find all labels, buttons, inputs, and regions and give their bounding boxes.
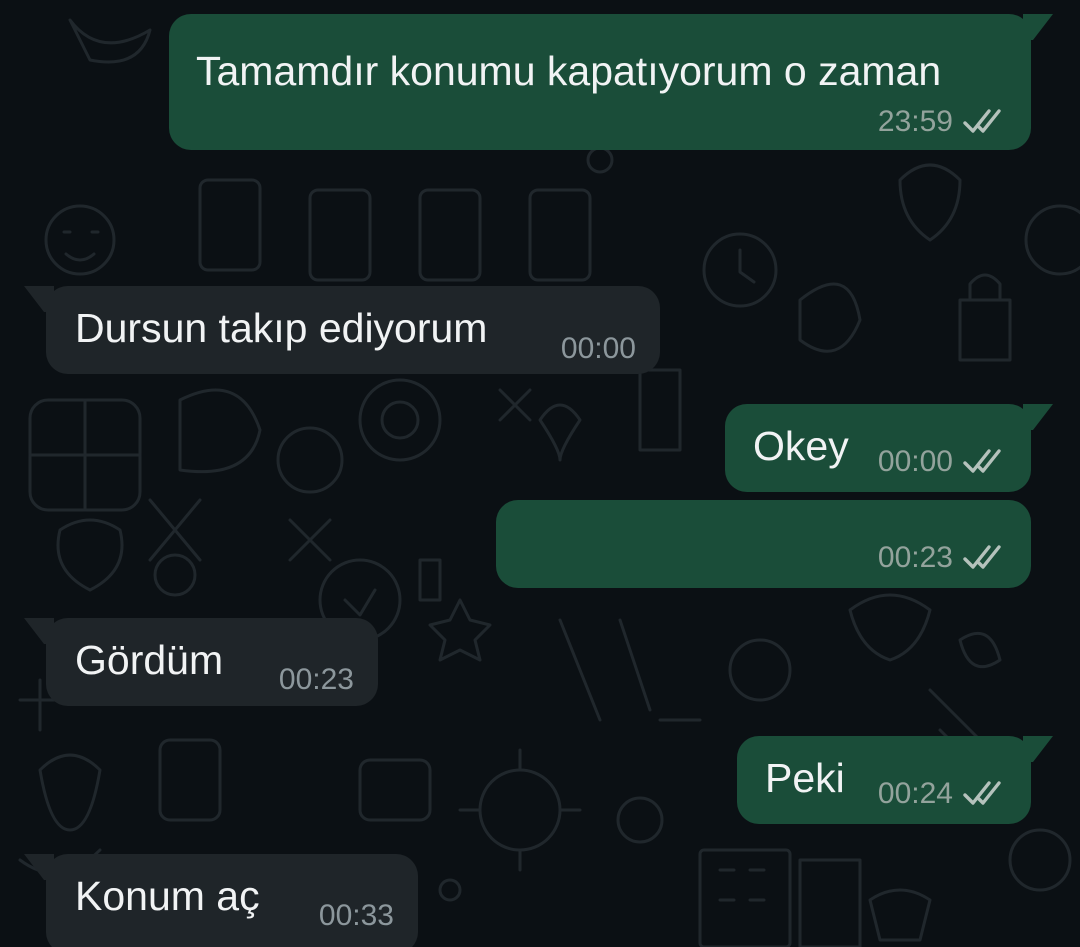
message-meta: 00:24 bbox=[878, 777, 1007, 811]
message-text: Konum aç bbox=[75, 873, 260, 919]
message-text: Peki bbox=[765, 755, 845, 801]
message-timestamp: 00:33 bbox=[318, 899, 394, 932]
double-check-icon bbox=[963, 109, 1001, 133]
bubble-tail bbox=[1023, 404, 1053, 430]
double-check-icon bbox=[963, 449, 1001, 473]
message-timestamp: 00:00 bbox=[560, 332, 636, 365]
double-check-icon bbox=[963, 545, 1001, 569]
bubble-tail bbox=[24, 286, 54, 312]
message-meta: 00:33 bbox=[319, 899, 394, 933]
message-meta: 23:59 bbox=[878, 105, 1007, 139]
bubble-tail bbox=[1023, 14, 1053, 40]
bubble-tail bbox=[24, 618, 54, 644]
message-text: Okey bbox=[753, 423, 849, 469]
double-check-icon bbox=[963, 781, 1001, 805]
message-bubble-outgoing[interactable]: Okey 00:00 bbox=[725, 404, 1053, 492]
chat-area[interactable]: Tamamdır konumu kapatıyorum o zaman 23:5… bbox=[0, 0, 1080, 947]
message-meta: 00:23 bbox=[878, 541, 1007, 575]
message-text: Tamamdır konumu kapatıyorum o zaman bbox=[196, 48, 942, 94]
message-bubble-incoming[interactable]: Konum aç 00:33 bbox=[24, 854, 418, 947]
message-timestamp: 00:24 bbox=[877, 777, 953, 810]
message-meta: 00:00 bbox=[561, 332, 636, 366]
message-bubble-incoming[interactable]: Dursun takıp ediyorum 00:00 bbox=[24, 286, 660, 374]
message-text: Gördüm bbox=[75, 637, 224, 683]
message-timestamp: 00:00 bbox=[877, 445, 953, 478]
message-text: Dursun takıp ediyorum bbox=[75, 305, 488, 351]
message-meta: 00:23 bbox=[279, 663, 354, 697]
bubble-tail bbox=[1023, 736, 1053, 762]
message-timestamp: 00:23 bbox=[877, 541, 953, 574]
message-timestamp: 00:23 bbox=[278, 663, 354, 696]
message-meta: 00:00 bbox=[878, 445, 1007, 479]
message-bubble-outgoing[interactable]: 00:23 bbox=[496, 500, 1031, 588]
message-bubble-outgoing[interactable]: Tamamdır konumu kapatıyorum o zaman 23:5… bbox=[169, 14, 1053, 150]
message-bubble-incoming[interactable]: Gördüm 00:23 bbox=[24, 618, 378, 706]
message-bubble-outgoing[interactable]: Peki 00:24 bbox=[737, 736, 1053, 824]
bubble-tail bbox=[24, 854, 54, 880]
message-timestamp: 23:59 bbox=[877, 105, 953, 138]
